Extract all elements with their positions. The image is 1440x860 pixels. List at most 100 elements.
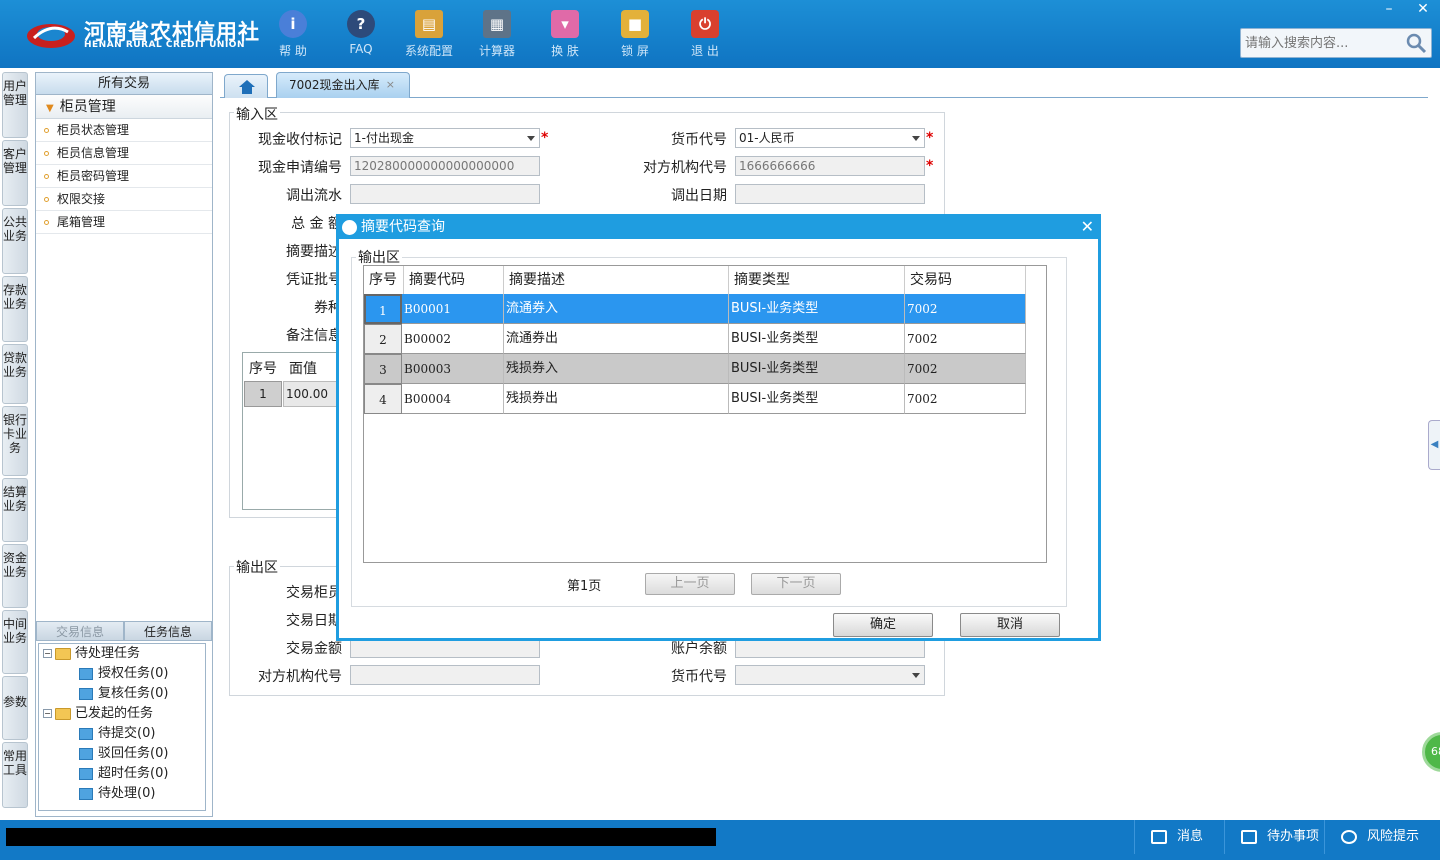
main-tab-strip: 7002现金出入库 × xyxy=(220,72,1428,98)
out-currency-select[interactable] xyxy=(735,665,925,685)
minimize-button[interactable]: – xyxy=(1372,0,1406,20)
tree-node-rejected[interactable]: 驳回任务(0) xyxy=(79,744,168,764)
counter-org-field[interactable]: 1666666666 xyxy=(735,156,925,176)
close-window-button[interactable]: ✕ xyxy=(1406,0,1440,20)
teller-label: 交易柜员 xyxy=(286,585,342,601)
chevron-left-icon: ◀ xyxy=(1430,439,1439,450)
out-org-label: 对方机构代号 xyxy=(258,669,342,685)
menu-item-teller-status[interactable]: 柜员状态管理 xyxy=(36,119,212,142)
grid-row-number[interactable]: 1 xyxy=(244,381,282,407)
currency-select[interactable]: 01-人民币 xyxy=(735,128,925,148)
collapse-icon[interactable]: − xyxy=(43,709,52,718)
side-tab-funds[interactable]: 资金业务 xyxy=(2,544,28,608)
out-serial-field[interactable] xyxy=(350,184,540,204)
side-tab-settlement[interactable]: 结算业务 xyxy=(2,478,28,542)
cash-flag-value: 1-付出现金 xyxy=(354,131,414,145)
output-area-label: 输出区 xyxy=(234,557,280,577)
menu-item-permission-handover[interactable]: 权限交接 xyxy=(36,188,212,211)
summary-code-dialog: 摘要代码查询 ✕ 输出区 序号 摘要代码 摘要描述 摘要类型 交易码 1 B00… xyxy=(336,214,1101,641)
collapse-icon[interactable]: − xyxy=(43,649,52,658)
risk-alert-button[interactable]: 风险提示 xyxy=(1324,820,1440,854)
calculator-button[interactable]: ▦ 计算器 xyxy=(462,8,532,64)
cell-txn: 7002 xyxy=(905,324,1026,354)
side-tab-common-tools[interactable]: 常用工具 xyxy=(2,742,28,808)
balance-field[interactable] xyxy=(735,638,925,658)
cash-flag-select[interactable]: 1-付出现金 xyxy=(350,128,540,148)
cell-code: B00002 xyxy=(402,324,504,354)
search-icon[interactable] xyxy=(1405,32,1427,54)
side-tab-bank-card[interactable]: 银行卡业务 xyxy=(2,406,28,476)
search-input[interactable] xyxy=(1241,29,1401,57)
search-box xyxy=(1240,28,1432,58)
required-mark: * xyxy=(541,130,549,146)
table-row[interactable]: 3 B00003 残损券入 BUSI-业务类型 7002 xyxy=(364,354,1026,384)
group-teller-management[interactable]: ▼ 柜员管理 xyxy=(36,95,212,119)
collapse-handle[interactable]: ◀ xyxy=(1428,420,1440,470)
column-header-type[interactable]: 摘要类型 xyxy=(729,266,905,294)
skin-button[interactable]: ▾ 换 肤 xyxy=(530,8,600,64)
tree-node-review-task[interactable]: 复核任务(0) xyxy=(79,684,168,704)
menu-item-teller-info[interactable]: 柜员信息管理 xyxy=(36,142,212,165)
tab-cash-in-out[interactable]: 7002现金出入库 × xyxy=(276,72,410,98)
txn-date-label: 交易日期 xyxy=(286,613,342,629)
tab-transaction-info[interactable]: 交易信息 xyxy=(36,621,124,641)
txn-amount-field[interactable] xyxy=(350,638,540,658)
close-icon[interactable]: ✕ xyxy=(1081,217,1094,237)
tree-node-to-process[interactable]: 待处理(0) xyxy=(79,784,155,804)
ok-button[interactable]: 确定 xyxy=(833,613,933,637)
page-indicator: 第1页 xyxy=(567,579,602,594)
txn-amount-label: 交易金额 xyxy=(286,641,342,657)
side-nav: 用户管理 客户管理 公共业务 存款业务 贷款业务 银行卡业务 结算业务 资金业务… xyxy=(2,72,30,812)
help-button[interactable]: i 帮 助 xyxy=(258,8,328,64)
chevron-down-icon xyxy=(912,673,920,678)
prev-page-button[interactable]: 上一页 xyxy=(645,573,735,595)
tree-node-label: 待提交(0) xyxy=(98,726,156,741)
tree-node-to-submit[interactable]: 待提交(0) xyxy=(79,724,155,744)
side-tab-loan[interactable]: 贷款业务 xyxy=(2,344,28,404)
menu-item-teller-password[interactable]: 柜员密码管理 xyxy=(36,165,212,188)
dialog-output-label: 输出区 xyxy=(356,247,402,267)
table-row[interactable]: 1 B00001 流通券入 BUSI-业务类型 7002 xyxy=(364,294,1026,324)
next-page-button[interactable]: 下一页 xyxy=(751,573,841,595)
exit-button[interactable]: ⏻ 退 出 xyxy=(670,8,740,64)
cancel-button[interactable]: 取消 xyxy=(960,613,1060,637)
lock-screen-button[interactable]: ■ 锁 屏 xyxy=(600,8,670,64)
side-tab-user-management[interactable]: 用户管理 xyxy=(2,72,28,138)
bullet-icon xyxy=(44,174,49,179)
tree-node-initiated[interactable]: − 已发起的任务 xyxy=(43,704,153,724)
apply-no-field[interactable]: 120280000000000000000 xyxy=(350,156,540,176)
side-tab-public-business[interactable]: 公共业务 xyxy=(2,208,28,274)
tree-node-pending[interactable]: − 待处理任务 xyxy=(43,644,140,664)
floating-badge[interactable]: 68 xyxy=(1422,732,1440,772)
messages-label: 消息 xyxy=(1177,829,1204,844)
table-row[interactable]: 4 B00004 残损券出 BUSI-业务类型 7002 xyxy=(364,384,1026,414)
out-org-field[interactable] xyxy=(350,665,540,685)
messages-button[interactable]: 消息 xyxy=(1134,820,1224,854)
menu-item-cash-box[interactable]: 尾箱管理 xyxy=(36,211,212,234)
table-row[interactable]: 2 B00002 流通券出 BUSI-业务类型 7002 xyxy=(364,324,1026,354)
faq-button[interactable]: ? FAQ xyxy=(326,8,396,64)
input-area-label: 输入区 xyxy=(234,104,280,124)
column-header-desc[interactable]: 摘要描述 xyxy=(504,266,729,294)
app-header: 河南省农村信用社 HENAN RURAL CREDIT UNION i 帮 助 … xyxy=(0,0,1440,68)
tree-node-timeout[interactable]: 超时任务(0) xyxy=(79,764,168,784)
tree-node-auth-task[interactable]: 授权任务(0) xyxy=(79,664,168,684)
side-tab-customer-management[interactable]: 客户管理 xyxy=(2,140,28,206)
column-header-code[interactable]: 摘要代码 xyxy=(404,266,504,294)
side-tab-intermediate[interactable]: 中间业务 xyxy=(2,610,28,674)
summary-label: 摘要描述 xyxy=(286,244,342,260)
close-icon[interactable]: × xyxy=(386,73,395,97)
todo-button[interactable]: 待办事项 xyxy=(1224,820,1324,854)
checkbox-icon xyxy=(1241,829,1257,844)
tab-home[interactable] xyxy=(224,74,268,98)
out-serial-label: 调出流水 xyxy=(286,188,342,204)
side-tab-parameters[interactable]: 参数 xyxy=(2,676,28,740)
grid-cell-value[interactable]: 100.00 xyxy=(283,381,343,407)
side-tab-deposit[interactable]: 存款业务 xyxy=(2,276,28,342)
column-header-txn[interactable]: 交易码 xyxy=(905,266,1026,294)
cell-code: B00004 xyxy=(402,384,504,414)
column-header-no[interactable]: 序号 xyxy=(364,266,404,294)
system-config-button[interactable]: ▤ 系统配置 xyxy=(394,8,464,64)
out-date-field[interactable] xyxy=(735,184,925,204)
tab-task-info[interactable]: 任务信息 xyxy=(124,621,212,641)
